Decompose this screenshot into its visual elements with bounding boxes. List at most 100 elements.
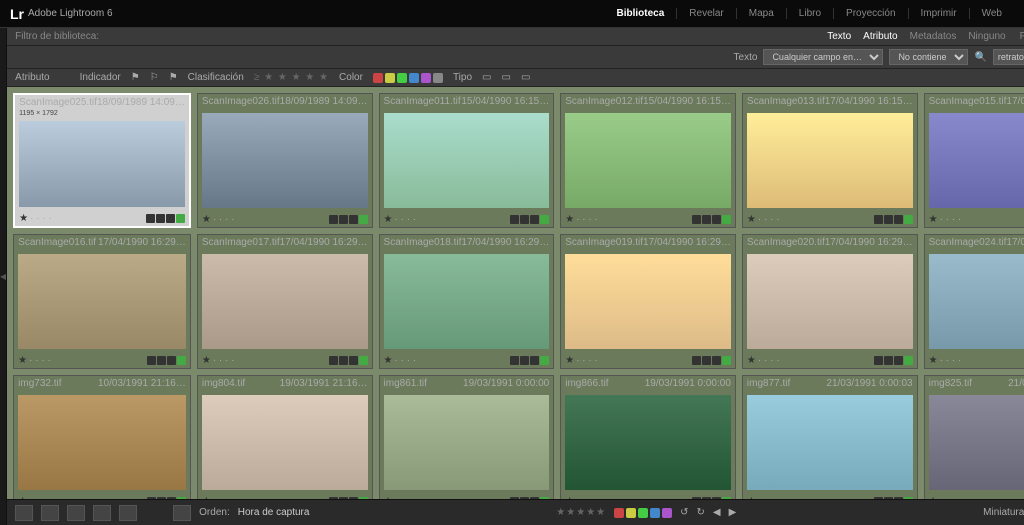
module-revelar[interactable]: Revelar: [677, 8, 736, 19]
type-video-icon[interactable]: ▭: [521, 72, 530, 83]
color-purple[interactable]: [421, 73, 431, 83]
thumbnail-cell[interactable]: ScanImage024.tif17/04/1990 16:29…★· · · …: [924, 234, 1024, 369]
compare-view-button[interactable]: [67, 505, 85, 521]
color-red[interactable]: [373, 73, 383, 83]
flag-picked-icon[interactable]: ⚑: [131, 72, 140, 83]
filter-tab-atributo[interactable]: Atributo: [857, 29, 903, 44]
rating-stars[interactable]: ≥ ★ ★ ★ ★ ★: [254, 72, 329, 83]
star-icon[interactable]: ★: [19, 213, 28, 224]
painter-button[interactable]: [173, 505, 191, 521]
text-filter-label: Texto: [734, 52, 758, 63]
thumbnail-cell[interactable]: ScanImage019.tif17/04/1990 16:29…★· · · …: [560, 234, 736, 369]
thumbnail-cell[interactable]: img732.tif10/03/1991 21:16…★· · · ·: [13, 375, 191, 499]
sort-value[interactable]: Hora de captura: [238, 507, 310, 518]
grid-view-button[interactable]: [15, 505, 33, 521]
star-icon[interactable]: ★: [747, 214, 756, 225]
filter-preset[interactable]: Filtro a me…: [1020, 31, 1024, 42]
thumbnail-cell[interactable]: ScanImage020.tif17/04/1990 16:29…★· · · …: [742, 234, 918, 369]
module-proyección[interactable]: Proyección: [834, 8, 908, 19]
filter-tab-metadatos[interactable]: Metadatos: [904, 29, 963, 44]
flag-rejected-icon[interactable]: ⚑: [169, 72, 178, 83]
thumbnail-cell[interactable]: img825.tif21/03/1991 0:00:03★· · · ·: [924, 375, 1024, 499]
thumb-badges: [692, 356, 731, 365]
star-icon[interactable]: ★: [929, 214, 938, 225]
module-web[interactable]: Web: [970, 8, 1014, 19]
play-icon[interactable]: ▶: [729, 507, 737, 518]
color-yellow[interactable]: [385, 73, 395, 83]
flag-unflagged-icon[interactable]: ⚐: [150, 72, 159, 83]
star-icon[interactable]: ★: [202, 355, 211, 366]
color-blue[interactable]: [409, 73, 419, 83]
thumbnail-cell[interactable]: ScanImage015.tif17/04/1990 16:15…★· · · …: [924, 93, 1024, 228]
star-icon[interactable]: ★: [202, 214, 211, 225]
color-none[interactable]: [433, 73, 443, 83]
thumb-filename: ScanImage018.tif: [384, 237, 462, 248]
dots: · · · ·: [395, 355, 417, 366]
star-icon[interactable]: ★: [18, 355, 27, 366]
thumb-size-label: Miniaturas: [983, 507, 1024, 518]
toolbar-colors[interactable]: [614, 508, 672, 518]
top-bar: Lr Adobe Lightroom 6 BibliotecaRevelarMa…: [0, 0, 1024, 28]
rating-label: Clasificación: [188, 72, 244, 83]
module-mapa[interactable]: Mapa: [737, 8, 787, 19]
module-imprimir[interactable]: Imprimir: [909, 8, 970, 19]
module-biblioteca[interactable]: Biblioteca: [605, 8, 678, 19]
thumb-date: 19/03/1991 0:00:00: [645, 378, 731, 389]
prev-icon[interactable]: ◀: [713, 507, 721, 518]
text-field-select[interactable]: Cualquier campo en…: [763, 49, 883, 65]
thumb-filename: img732.tif: [18, 378, 61, 389]
rotate-ccw-icon[interactable]: ↺: [680, 507, 688, 518]
toolbar-rating[interactable]: ★★★★★: [556, 507, 606, 518]
attr-label: Atributo: [15, 72, 49, 83]
thumbnail-cell[interactable]: img861.tif19/03/1991 0:00:00★· · · ·: [379, 375, 555, 499]
app-name: Adobe Lightroom 6: [28, 8, 113, 19]
dots: · · · ·: [29, 355, 51, 366]
thumbnail-cell[interactable]: ScanImage013.tif17/04/1990 16:15…★· · · …: [742, 93, 918, 228]
loupe-view-button[interactable]: [41, 505, 59, 521]
color-green[interactable]: [397, 73, 407, 83]
thumbnail-cell[interactable]: img866.tif19/03/1991 0:00:00★· · · ·: [560, 375, 736, 499]
star-icon[interactable]: ★: [384, 214, 393, 225]
thumb-filename: ScanImage020.tif: [747, 237, 825, 248]
star-icon[interactable]: ★: [565, 214, 574, 225]
rotate-cw-icon[interactable]: ↻: [697, 507, 705, 518]
thumbnail-cell[interactable]: img804.tif19/03/1991 21:16…★· · · ·: [197, 375, 373, 499]
filter-tab-ninguno[interactable]: Ninguno: [962, 29, 1011, 44]
thumb-image: [747, 254, 913, 349]
thumb-image: [929, 395, 1024, 490]
thumb-date: 21/03/1991 0:00:03: [826, 378, 912, 389]
star-icon[interactable]: ★: [565, 355, 574, 366]
filter-tab-texto[interactable]: Texto: [821, 29, 857, 44]
dots: · · · ·: [576, 214, 598, 225]
people-view-button[interactable]: [119, 505, 137, 521]
filter-tabs: TextoAtributoMetadatosNinguno: [821, 31, 1011, 42]
thumbnail-cell[interactable]: img877.tif21/03/1991 0:00:03★· · · ·: [742, 375, 918, 499]
text-filter-input[interactable]: [993, 49, 1024, 65]
thumb-filename: img825.tif: [929, 378, 972, 389]
color-labels[interactable]: [373, 73, 443, 83]
star-icon[interactable]: ★: [384, 355, 393, 366]
filter-label: Filtro de biblioteca:: [15, 31, 99, 42]
thumb-filename: ScanImage012.tif: [565, 96, 643, 107]
thumbnail-cell[interactable]: ScanImage016.tif17/04/1990 16:29…★· · · …: [13, 234, 191, 369]
thumb-date: 19/03/1991 21:16…: [280, 378, 368, 389]
star-icon[interactable]: ★: [929, 355, 938, 366]
survey-view-button[interactable]: [93, 505, 111, 521]
thumb-badges: [329, 215, 368, 224]
module-libro[interactable]: Libro: [787, 8, 834, 19]
type-master-icon[interactable]: ▭: [482, 72, 491, 83]
thumb-date: 17/04/1990 16:15…: [825, 96, 913, 107]
thumbnail-grid: ScanImage025.tif18/09/1989 14:09…1195 × …: [7, 87, 1024, 499]
text-filter-row: Texto Cualquier campo en… No contiene 🔍 …: [7, 46, 1024, 69]
color-label: Color: [339, 72, 363, 83]
text-rule-select[interactable]: No contiene: [889, 49, 968, 65]
thumbnail-cell[interactable]: ScanImage017.tif17/04/1990 16:29…★· · · …: [197, 234, 373, 369]
thumbnail-cell[interactable]: ScanImage012.tif15/04/1990 16:15…★· · · …: [560, 93, 736, 228]
type-virtual-icon[interactable]: ▭: [501, 72, 510, 83]
thumb-filename: ScanImage025.tif: [19, 97, 97, 108]
thumbnail-cell[interactable]: ScanImage018.tif17/04/1990 16:29…★· · · …: [379, 234, 555, 369]
thumbnail-cell[interactable]: ScanImage025.tif18/09/1989 14:09…1195 × …: [13, 93, 191, 228]
thumbnail-cell[interactable]: ScanImage026.tif18/09/1989 14:09…★· · · …: [197, 93, 373, 228]
star-icon[interactable]: ★: [747, 355, 756, 366]
thumbnail-cell[interactable]: ScanImage011.tif15/04/1990 16:15…★· · · …: [379, 93, 555, 228]
